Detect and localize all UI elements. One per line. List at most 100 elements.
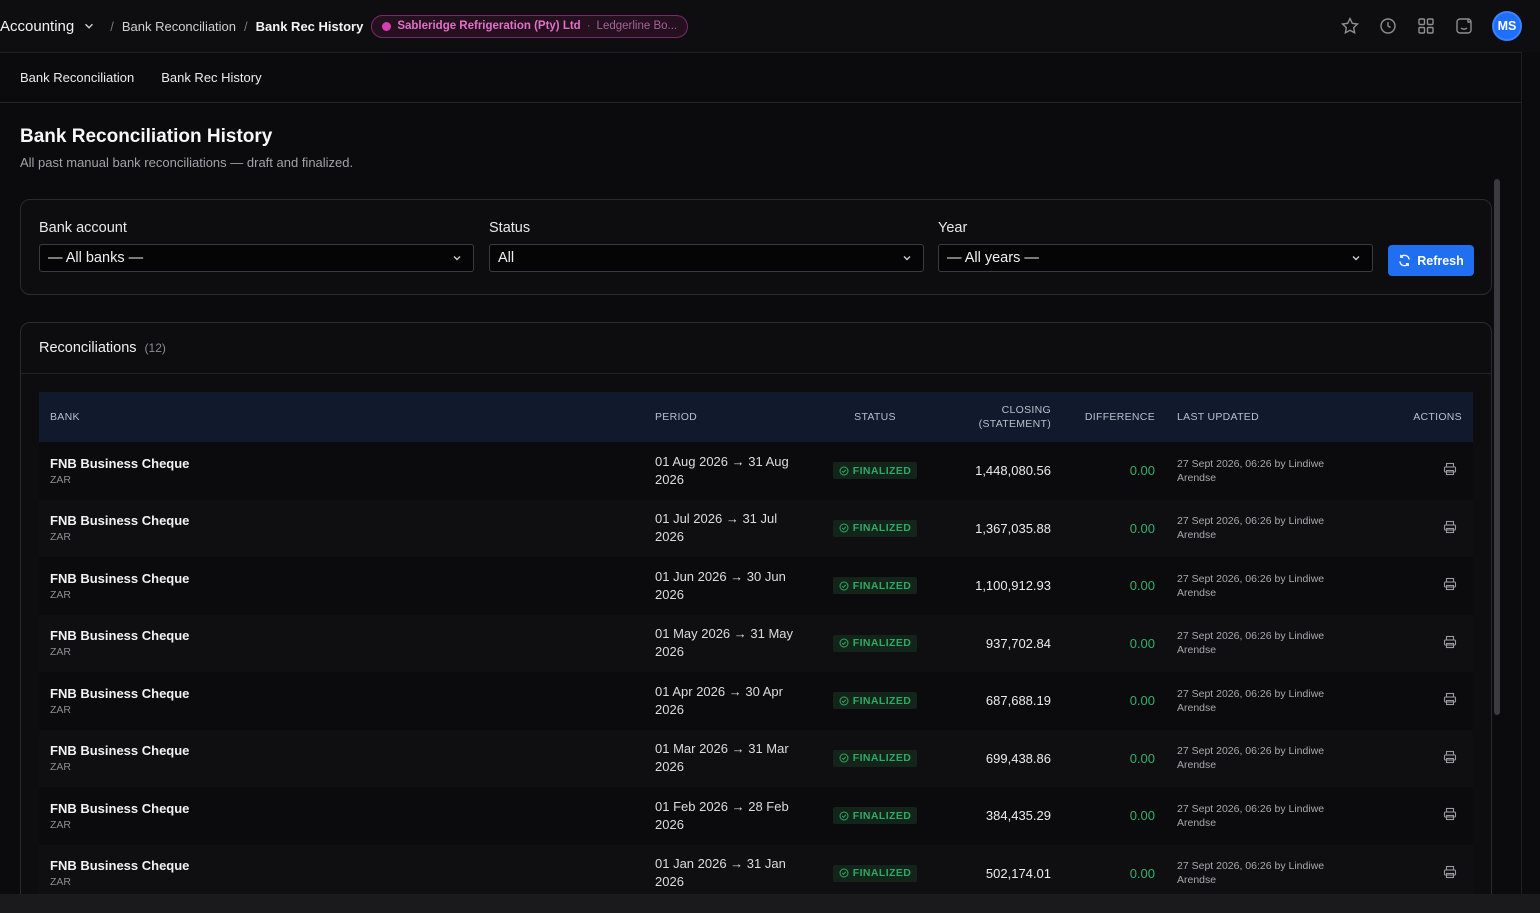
year-value: — All years — (947, 250, 1039, 266)
refresh-icon (1399, 254, 1411, 267)
last-updated-cell: 27 Sept 2026, 06:26 by Lindiwe Arendse (1177, 745, 1325, 772)
column-header-closing[interactable]: CLOSING (STATEMENT) (935, 392, 1051, 442)
breadcrumb-bank-reconciliation[interactable]: Bank Reconciliation (122, 19, 236, 34)
difference-cell: 0.00 (1129, 693, 1155, 709)
bank-cell: FNB Business Cheque ZAR (39, 500, 655, 558)
status-filter: Status All (489, 220, 924, 272)
status-cell: FINALIZED (815, 672, 935, 730)
sub-tabs: Bank Reconciliation Bank Rec History (0, 53, 1521, 103)
actions-cell (1385, 787, 1473, 845)
period-cell: 01 May 2026 → 31 May 2026 (655, 626, 794, 660)
table-row[interactable]: FNB Business Cheque ZAR 01 Feb 2026 → 28 F… (39, 787, 1473, 845)
print-icon[interactable] (1443, 520, 1457, 534)
column-header-last-updated[interactable]: LAST UPDATED (1155, 392, 1385, 442)
bank-currency: ZAR (50, 646, 71, 659)
breadcrumb-bank-rec-history: Bank Rec History (255, 18, 364, 34)
reconciliations-table: BANK PERIOD STATUS CLOSING (STATEMENT) D… (39, 392, 1473, 894)
bank-cell: FNB Business Cheque ZAR (39, 442, 655, 500)
bottom-bar (0, 894, 1540, 913)
period-cell: 01 Jun 2026 → 30 Jun 2026 (655, 568, 786, 602)
column-header-bank[interactable]: BANK (39, 392, 655, 442)
print-icon[interactable] (1443, 462, 1457, 476)
column-header-period[interactable]: PERIOD (655, 392, 815, 442)
bank-cell: FNB Business Cheque ZAR (39, 787, 655, 845)
check-circle-icon (839, 868, 849, 878)
check-circle-icon (839, 811, 849, 821)
bank-account-select[interactable]: — All banks — (39, 244, 474, 272)
org-separator: · (586, 20, 591, 32)
table-row[interactable]: FNB Business Cheque ZAR 01 Jun 2026 → 30 J… (39, 557, 1473, 615)
chevron-down-icon (85, 23, 94, 29)
bank-currency: ZAR (50, 588, 71, 601)
table-row[interactable]: FNB Business Cheque ZAR 01 Mar 2026 → 31 M… (39, 729, 1473, 788)
scrollbar-thumb[interactable] (1494, 179, 1500, 715)
table-row[interactable]: FNB Business Cheque ZAR 01 May 2026 → 31 M… (39, 614, 1473, 673)
tab-bank-reconciliation[interactable]: Bank Reconciliation (20, 70, 134, 85)
period-cell: 01 Apr 2026 → 30 Apr 2026 (655, 683, 783, 717)
difference-cell: 0.00 (1129, 578, 1155, 594)
refresh-label: Refresh (1417, 253, 1464, 268)
column-header-difference[interactable]: DIFFERENCE (1051, 392, 1155, 442)
status-badge: FINALIZED (832, 462, 918, 480)
breadcrumb-separator: / (244, 18, 248, 34)
print-icon[interactable] (1443, 692, 1457, 706)
bank-name: FNB Business Cheque (50, 455, 190, 471)
last-updated-cell: 27 Sept 2026, 06:26 by Lindiwe Arendse (1177, 687, 1325, 714)
last-updated-cell: 27 Sept 2026, 06:26 by Lindiwe Arendse (1177, 572, 1325, 599)
clock-icon[interactable] (1378, 16, 1398, 36)
column-header-actions: ACTIONS (1413, 411, 1462, 423)
print-icon[interactable] (1443, 635, 1457, 649)
actions-cell (1385, 845, 1473, 895)
org-book: Ledgerline Bo... (596, 20, 678, 32)
org-name: Sableridge Refrigeration (Pty) Ltd (397, 20, 581, 32)
bank-name: FNB Business Cheque (50, 628, 190, 644)
closing-cell: 699,438.86 (985, 750, 1051, 766)
bank-cell: FNB Business Cheque ZAR (39, 845, 655, 895)
actions-cell (1385, 615, 1473, 673)
tab-bank-rec-history[interactable]: Bank Rec History (161, 70, 261, 85)
actions-cell (1385, 500, 1473, 558)
print-icon[interactable] (1443, 750, 1457, 764)
table-row[interactable]: FNB Business Cheque ZAR 01 Apr 2026 → 30 A… (39, 672, 1473, 730)
smile-icon[interactable] (1454, 16, 1474, 36)
table-row[interactable]: FNB Business Cheque ZAR 01 Aug 2026 → 31 A… (39, 442, 1473, 500)
difference-cell: 0.00 (1129, 463, 1155, 479)
bank-name: FNB Business Cheque (50, 743, 190, 759)
star-icon[interactable] (1340, 16, 1360, 36)
organization-pill[interactable]: Sableridge Refrigeration (Pty) Ltd · Led… (371, 14, 689, 38)
bank-account-label: Bank account (39, 220, 127, 236)
print-icon[interactable] (1443, 865, 1457, 879)
status-cell: FINALIZED (815, 615, 935, 673)
scrollbar[interactable] (1493, 171, 1501, 894)
check-circle-icon (839, 466, 849, 476)
table-row[interactable]: FNB Business Cheque ZAR 01 Jan 2026 → 31 J… (39, 844, 1473, 895)
bank-name: FNB Business Cheque (50, 570, 190, 586)
app-switcher[interactable]: Accounting (0, 18, 96, 35)
status-badge-label: FINALIZED (852, 522, 912, 535)
table-row[interactable]: FNB Business Cheque ZAR 01 Jul 2026 → 31 J… (39, 499, 1473, 558)
period-cell: 01 Aug 2026 → 31 Aug 2026 (655, 453, 789, 487)
print-icon[interactable] (1443, 807, 1457, 821)
refresh-button[interactable]: Refresh (1388, 245, 1474, 276)
top-bar: Accounting / Bank Reconciliation / Bank … (0, 0, 1540, 52)
bank-name: FNB Business Cheque (50, 685, 190, 701)
grid-icon[interactable] (1416, 16, 1436, 36)
status-select[interactable]: All (489, 244, 924, 272)
year-select[interactable]: — All years — (938, 244, 1373, 272)
last-updated-cell: 27 Sept 2026, 06:26 by Lindiwe Arendse (1177, 860, 1325, 887)
period-cell: 01 Jul 2026 → 31 Jul 2026 (655, 511, 778, 545)
page-subtitle: All past manual bank reconciliations — d… (20, 155, 354, 170)
last-updated-cell: 27 Sept 2026, 06:26 by Lindiwe Arendse (1177, 515, 1325, 542)
closing-cell: 687,688.19 (985, 693, 1051, 709)
status-cell: FINALIZED (815, 730, 935, 788)
avatar[interactable]: MS (1492, 11, 1522, 41)
status-badge-label: FINALIZED (852, 809, 912, 822)
check-circle-icon (839, 581, 849, 591)
column-header-status[interactable]: STATUS (815, 392, 935, 442)
status-badge-label: FINALIZED (852, 637, 912, 650)
difference-cell: 0.00 (1129, 520, 1155, 536)
status-badge: FINALIZED (832, 519, 918, 537)
breadcrumb: / Bank Reconciliation / Bank Rec History (110, 19, 363, 34)
print-icon[interactable] (1443, 577, 1457, 591)
bank-currency: ZAR (50, 818, 71, 831)
